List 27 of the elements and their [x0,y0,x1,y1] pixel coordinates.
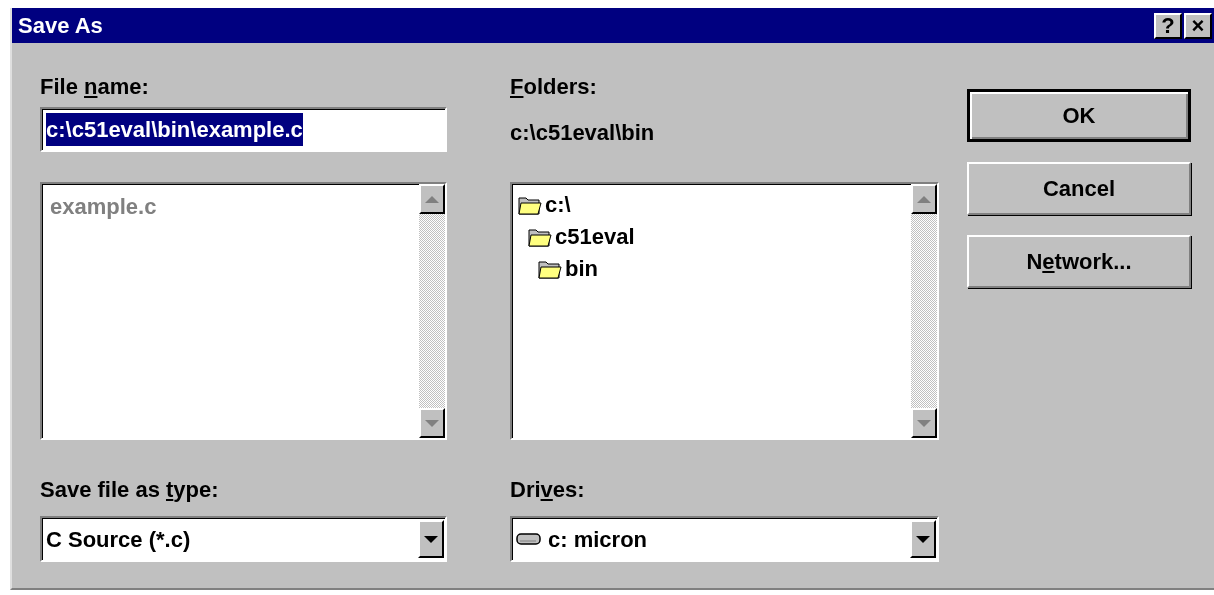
file-name-field[interactable]: c:\c51eval\bin\example.c [40,107,447,152]
folder-path: c:\c51eval\bin [510,119,656,147]
dropdown-arrow-icon [915,533,931,545]
file-name-label: File name: [40,73,150,101]
dropdown[interactable]: c: micron [510,516,939,562]
dropdown-arrow-icon [423,533,439,545]
folder-tree-item[interactable]: c:\ [518,188,905,220]
dialog-button[interactable]: Cancel [967,162,1191,215]
dropdown[interactable]: C Source (*.c) [40,516,447,562]
close-button[interactable]: × [1184,12,1212,39]
drive-icon [516,532,542,546]
folders-label: Folders: [510,73,598,101]
help-button[interactable]: ? [1154,12,1182,39]
scrollbar[interactable] [911,184,937,438]
scrollbar[interactable] [419,184,445,438]
dialog-button[interactable]: Network... [967,235,1191,288]
scroll-up-arrow-icon [424,193,440,205]
dialog-button[interactable]: OK [967,89,1191,142]
scroll-up-arrow-icon [916,193,932,205]
scroll-down-arrow-icon [424,417,440,429]
scroll-down-arrow-icon [916,417,932,429]
folder-tree-item[interactable]: bin [538,252,905,284]
save-type-label: Save file as type: [40,476,220,504]
folder-tree-item[interactable]: c51eval [528,220,905,252]
title-bar: Save As ? × [12,8,1214,43]
folder-tree[interactable]: c:\ c51eval bin [510,182,939,440]
drives-label: Drives: [510,476,586,504]
